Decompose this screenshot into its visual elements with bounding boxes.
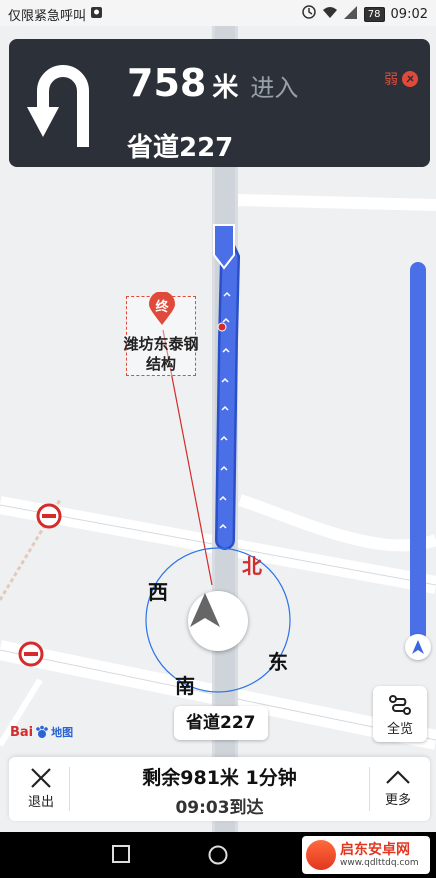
remaining-distance-time: 剩余981米 1分钟	[142, 767, 297, 789]
notification-icon	[90, 6, 103, 23]
logo-map-text: 地图	[51, 726, 74, 739]
carrier-text: 仅限紧急呼叫	[8, 9, 87, 24]
navigation-arrow-icon	[190, 593, 220, 627]
site-watermark: 启东安卓网 www.qdlttdq.com	[302, 836, 430, 874]
watermark-logo-icon	[306, 840, 336, 870]
distance-value: 758	[127, 61, 207, 105]
watermark-url: www.qdlttdq.com	[340, 857, 419, 868]
status-left: 仅限紧急呼叫	[8, 5, 103, 24]
wifi-icon	[322, 6, 338, 23]
u-turn-icon	[27, 65, 89, 147]
status-bar: 仅限紧急呼叫 78 09:02	[0, 0, 436, 26]
gps-signal-text: 弱	[384, 72, 398, 88]
destination-pin-label: 终	[155, 300, 169, 315]
watermark-name: 启东安卓网	[340, 841, 410, 858]
destination-name-line2: 结构	[145, 355, 176, 373]
route-overview-icon	[389, 695, 411, 715]
turn-action: 进入	[250, 74, 299, 102]
trip-info-panel: 退出 剩余981米 1分钟 09:03到达 更多	[9, 757, 430, 821]
compass-south: 南	[175, 674, 195, 698]
overview-label: 全览	[386, 722, 413, 737]
exit-navigation-button[interactable]: 退出	[15, 761, 67, 817]
clock: 09:02	[390, 6, 428, 22]
baidu-paw-icon	[36, 725, 48, 738]
gps-signal-status: 弱	[384, 69, 418, 89]
compass-west: 西	[148, 580, 168, 604]
distance-unit: 米	[212, 73, 239, 103]
battery-level: 78	[363, 6, 385, 22]
alarm-icon	[302, 5, 316, 23]
turn-distance: 758 米 进入	[127, 61, 298, 105]
divider	[369, 767, 370, 811]
destination-name[interactable]: 潍坊东泰钢 结构	[118, 334, 204, 374]
turn-instruction-banner[interactable]: 758 米 进入 省道227 弱	[9, 39, 430, 167]
exit-label: 退出	[27, 795, 54, 810]
destination-name-line1: 潍坊东泰钢	[123, 335, 199, 353]
next-road-name: 省道227	[127, 133, 234, 163]
overview-button[interactable]: 全览	[373, 686, 427, 742]
vehicle-position-marker	[188, 591, 248, 651]
status-right: 78 09:02	[302, 5, 428, 23]
compass-north: 北	[242, 554, 262, 578]
chevron-up-icon	[386, 770, 410, 784]
signal-icon	[343, 5, 358, 23]
progress-arrow-icon	[412, 640, 424, 654]
more-label: 更多	[384, 793, 411, 808]
compass-east: 东	[268, 650, 288, 674]
route-progress-bar	[410, 262, 426, 642]
route-progress-position	[405, 634, 431, 660]
more-button[interactable]: 更多	[372, 761, 424, 817]
recent-apps-button[interactable]	[112, 845, 130, 863]
arrival-time: 09:03到达	[175, 798, 264, 818]
current-road-label: 省道227	[174, 706, 268, 740]
baidu-map-logo: Bai du 地图	[10, 724, 73, 740]
close-icon	[31, 768, 51, 788]
home-button[interactable]	[208, 845, 228, 865]
divider	[69, 767, 70, 811]
gps-satellite-icon	[402, 71, 418, 87]
logo-bai: Bai	[10, 724, 34, 740]
